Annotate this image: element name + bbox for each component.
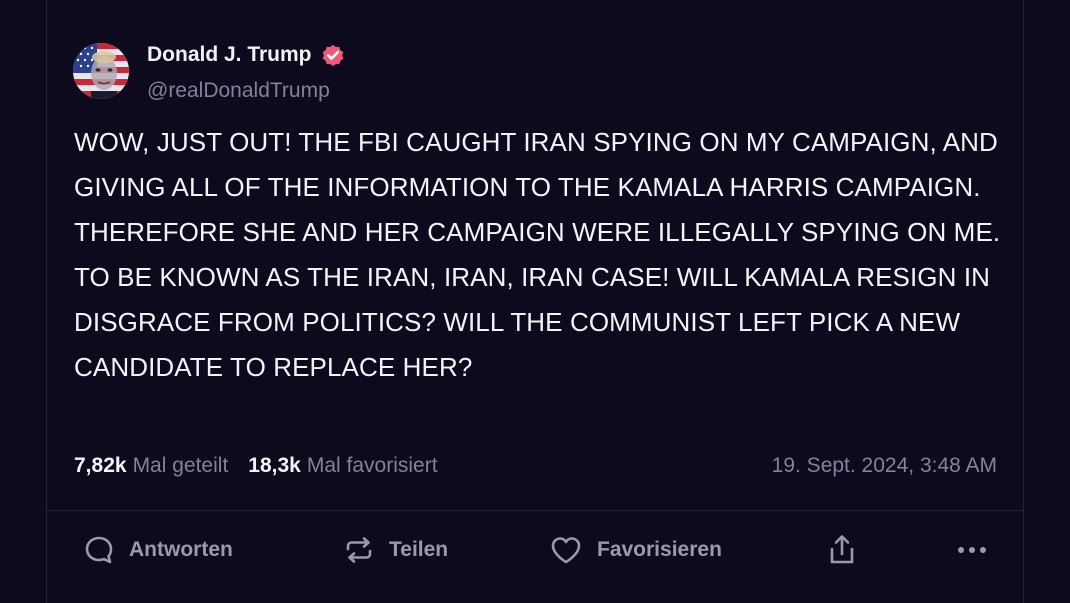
export-share-button[interactable] (826, 530, 858, 570)
reply-button[interactable]: Antworten (83, 530, 233, 570)
page: Donald J. Trump @realDonaldTrump WOW, JU… (0, 0, 1070, 603)
favorites-count[interactable]: 18,3k (248, 454, 301, 478)
share-label[interactable]: Teilen (389, 538, 448, 562)
reply-label[interactable]: Antworten (129, 538, 233, 562)
share-upload-icon (826, 533, 858, 567)
post-timestamp[interactable]: 19. Sept. 2024, 3:48 AM (772, 454, 997, 478)
more-dots-icon (955, 534, 989, 566)
heart-icon (549, 534, 583, 566)
speech-bubble-icon (83, 534, 115, 566)
post-card: Donald J. Trump @realDonaldTrump WOW, JU… (46, 0, 1024, 603)
post-stats: 7,82k Mal geteilt 18,3k Mal favorisiert … (74, 452, 997, 480)
avatar-image (73, 43, 129, 99)
author-name-text[interactable]: Donald J. Trump (147, 42, 312, 68)
favorites-label[interactable]: Mal favorisiert (307, 454, 438, 478)
post-text: WOW, JUST OUT! THE FBI CAUGHT IRAN SPYIN… (74, 127, 1001, 382)
avatar[interactable] (73, 43, 129, 99)
verified-badge-icon (320, 42, 346, 68)
shares-count[interactable]: 7,82k (74, 454, 127, 478)
share-button[interactable]: Teilen (343, 530, 448, 570)
author-handle[interactable]: @realDonaldTrump (147, 78, 330, 104)
author-name[interactable]: Donald J. Trump (147, 42, 346, 68)
more-options-button[interactable] (955, 530, 989, 570)
repost-icon (343, 534, 375, 566)
favorite-button[interactable]: Favorisieren (549, 530, 722, 570)
favorite-label[interactable]: Favorisieren (597, 538, 722, 562)
divider (47, 510, 1023, 511)
shares-label[interactable]: Mal geteilt (133, 454, 229, 478)
